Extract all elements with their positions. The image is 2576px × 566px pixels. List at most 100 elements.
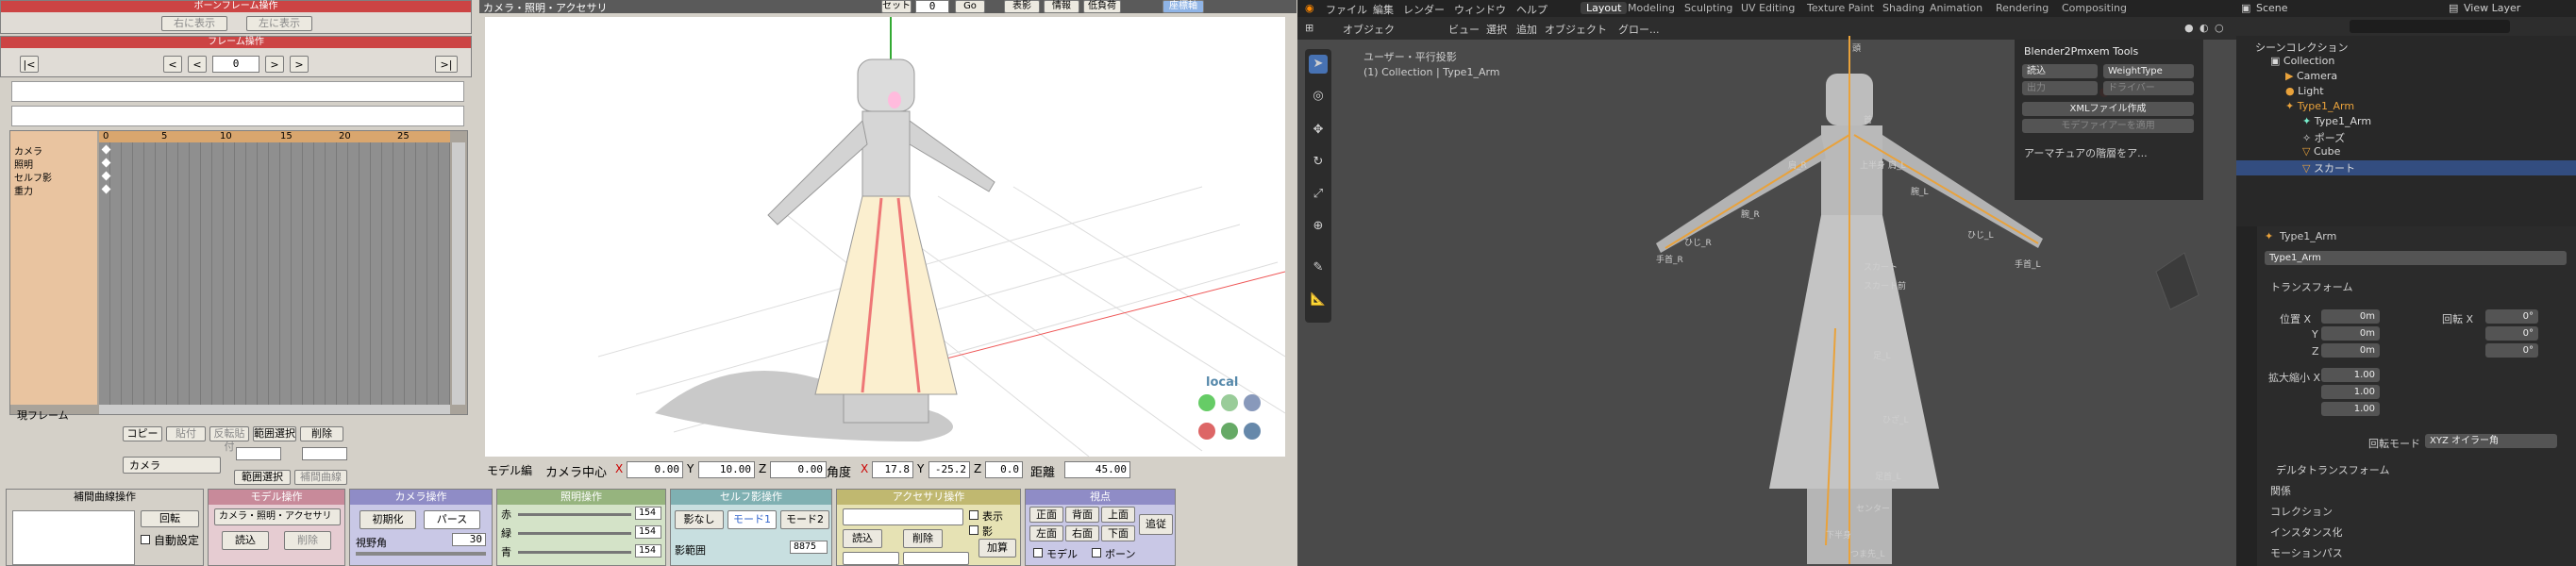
scene-collection-row[interactable]: シーンコレクション (2255, 40, 2576, 55)
next-frame-button[interactable]: > (265, 56, 284, 73)
acc-select-2[interactable] (843, 552, 899, 565)
skirt-row[interactable]: ▽ スカート (2236, 160, 2576, 175)
camera-row[interactable]: ▶ Camera (2285, 70, 2576, 85)
timeline-vscroll[interactable] (452, 142, 465, 405)
view-track-button[interactable]: 追従 (1139, 514, 1173, 535)
rot-mode-select[interactable]: XYZ オイラー角 (2425, 434, 2557, 448)
import-button[interactable]: 読込 (2022, 64, 2098, 78)
ws-layout[interactable]: Layout (1581, 2, 1628, 14)
bone-checkbox[interactable] (1092, 548, 1101, 558)
scale-z-field[interactable]: 1.00 (2321, 402, 2380, 416)
driver-button[interactable]: ドライバー (2103, 81, 2194, 95)
ws-animation[interactable]: Animation (1930, 2, 1982, 14)
range-to-input[interactable] (302, 447, 347, 460)
view-layer-icon[interactable]: ▤ (2449, 2, 2458, 14)
ws-rendering[interactable]: Rendering (1996, 2, 2049, 14)
reverse-paste-button[interactable]: 反転貼付 (209, 426, 249, 453)
frame-number-input[interactable]: 0 (212, 56, 259, 73)
armature-hierarchy-label[interactable]: アーマチュアの階層をア... (2024, 145, 2148, 160)
ws-modeling[interactable]: Modeling (1628, 2, 1675, 14)
acc-select-3[interactable] (903, 552, 969, 565)
green-input[interactable]: 154 (635, 525, 661, 539)
blender-viewport[interactable]: ⊞ オブジェク ビュー 選択 追加 オブジェクト グロー... ● ◐ ○ ユー… (1297, 17, 2236, 566)
relations-section[interactable]: 関係 (2270, 483, 2291, 498)
range-select-button-2[interactable]: 範囲選択 (234, 470, 291, 485)
motion-path-section[interactable]: モーションパス (2270, 545, 2343, 560)
last-frame-button[interactable]: >| (435, 56, 458, 73)
track-selfshadow[interactable]: セルフ影 (14, 170, 52, 184)
gizmo-move-icon[interactable] (1198, 423, 1215, 440)
delta-section[interactable]: デルタトランスフォーム (2276, 462, 2389, 477)
prev-key-button[interactable]: < (163, 56, 182, 73)
mode1-button[interactable]: モード1 (728, 510, 777, 529)
axis-button[interactable]: 座標軸 (1163, 0, 1204, 13)
accessory-select[interactable] (843, 508, 963, 525)
scene-name[interactable]: Scene (2256, 2, 2288, 14)
set-input[interactable]: 0 (915, 0, 949, 13)
model-checkbox[interactable] (1033, 548, 1043, 558)
rot-x-field[interactable]: 0° (2485, 309, 2538, 324)
mmd-3d-viewport[interactable]: local (485, 17, 1285, 457)
ws-texture[interactable]: Texture Paint (1807, 2, 1874, 14)
track-gravity[interactable]: 重力 (14, 183, 33, 197)
light-row[interactable]: ● Light (2285, 85, 2576, 100)
set-button[interactable]: セット (881, 0, 912, 13)
loc-y-field[interactable]: 0m (2321, 326, 2380, 341)
frame-slider-area-2[interactable] (11, 106, 464, 126)
ws-sculpting[interactable]: Sculpting (1684, 2, 1732, 14)
delete-key-button[interactable]: 削除 (300, 426, 343, 441)
lowload-button[interactable]: 低負荷 (1083, 0, 1121, 13)
rot-y-field[interactable]: 0° (2485, 326, 2538, 341)
interp-curve-button[interactable]: 補間曲線 (294, 470, 347, 485)
acc-add-button[interactable]: 加算 (979, 539, 1016, 558)
scale-x-field[interactable]: 1.00 (2321, 368, 2380, 382)
menu-render[interactable]: レンダー (1403, 2, 1445, 17)
next-key-button[interactable]: > (290, 56, 309, 73)
menu-file[interactable]: ファイル (1326, 2, 1367, 17)
angle-x-input[interactable]: 17.8 (872, 461, 913, 478)
rot-z-field[interactable]: 0° (2485, 343, 2538, 358)
go-button[interactable]: Go (955, 0, 985, 13)
show-left-button[interactable]: 左に表示 (246, 16, 312, 31)
gizmo-z-icon[interactable] (1244, 394, 1261, 411)
first-frame-button[interactable]: |< (20, 56, 39, 73)
collection-row[interactable]: ▣ Collection (2270, 55, 2576, 70)
camera-select[interactable]: カメラ (123, 457, 221, 474)
timeline-grid[interactable] (99, 131, 450, 405)
blue-slider[interactable] (518, 551, 631, 554)
gizmo-x-icon[interactable] (1198, 394, 1215, 411)
armature-row[interactable]: ✦ Type1_Arm (2285, 100, 2576, 115)
view-left-button[interactable]: 左面 (1029, 525, 1063, 541)
ws-compositing[interactable]: Compositing (2062, 2, 2127, 14)
auto-checkbox[interactable] (141, 535, 150, 544)
red-slider[interactable] (518, 513, 631, 516)
modifier-apply-button[interactable]: モデファイアーを適用 (2022, 119, 2194, 133)
cam-x-input[interactable]: 0.00 (627, 461, 683, 478)
menu-edit[interactable]: 編集 (1373, 2, 1394, 17)
gizmo-scale-icon[interactable] (1244, 423, 1261, 440)
view-front-button[interactable]: 正面 (1029, 507, 1063, 523)
blender-logo-icon[interactable]: ◉ (1305, 2, 1314, 14)
distance-input[interactable]: 45.00 (1064, 461, 1130, 478)
gizmo-rot-icon[interactable] (1221, 423, 1238, 440)
scale-y-field[interactable]: 1.00 (2321, 385, 2380, 399)
ws-uv[interactable]: UV Editing (1741, 2, 1795, 14)
shadow-range-input[interactable]: 8875 (790, 541, 828, 554)
interp-curve-box[interactable] (12, 510, 135, 565)
menu-help[interactable]: ヘルプ (1516, 2, 1547, 17)
frame-slider-area[interactable] (11, 81, 464, 102)
show-checkbox[interactable] (969, 510, 979, 520)
menu-window[interactable]: ウィンドウ (1454, 2, 1506, 17)
copy-button[interactable]: コピー (123, 426, 162, 441)
view-right-button[interactable]: 右面 (1065, 525, 1099, 541)
transform-section[interactable]: トランスフォーム (2270, 279, 2352, 294)
scene-icon[interactable]: ▣ (2241, 2, 2250, 14)
pose-row[interactable]: ✧ ポーズ (2302, 130, 2576, 145)
red-input[interactable]: 154 (635, 507, 661, 520)
show-right-button[interactable]: 右に表示 (161, 16, 227, 31)
outliner-search[interactable] (2350, 20, 2510, 33)
gizmo-y-icon[interactable] (1221, 394, 1238, 411)
view-bottom-button[interactable]: 下面 (1101, 525, 1135, 541)
no-shadow-button[interactable]: 影なし (675, 510, 724, 529)
model-select[interactable]: カメラ・照明・アクセサリ (214, 508, 341, 525)
